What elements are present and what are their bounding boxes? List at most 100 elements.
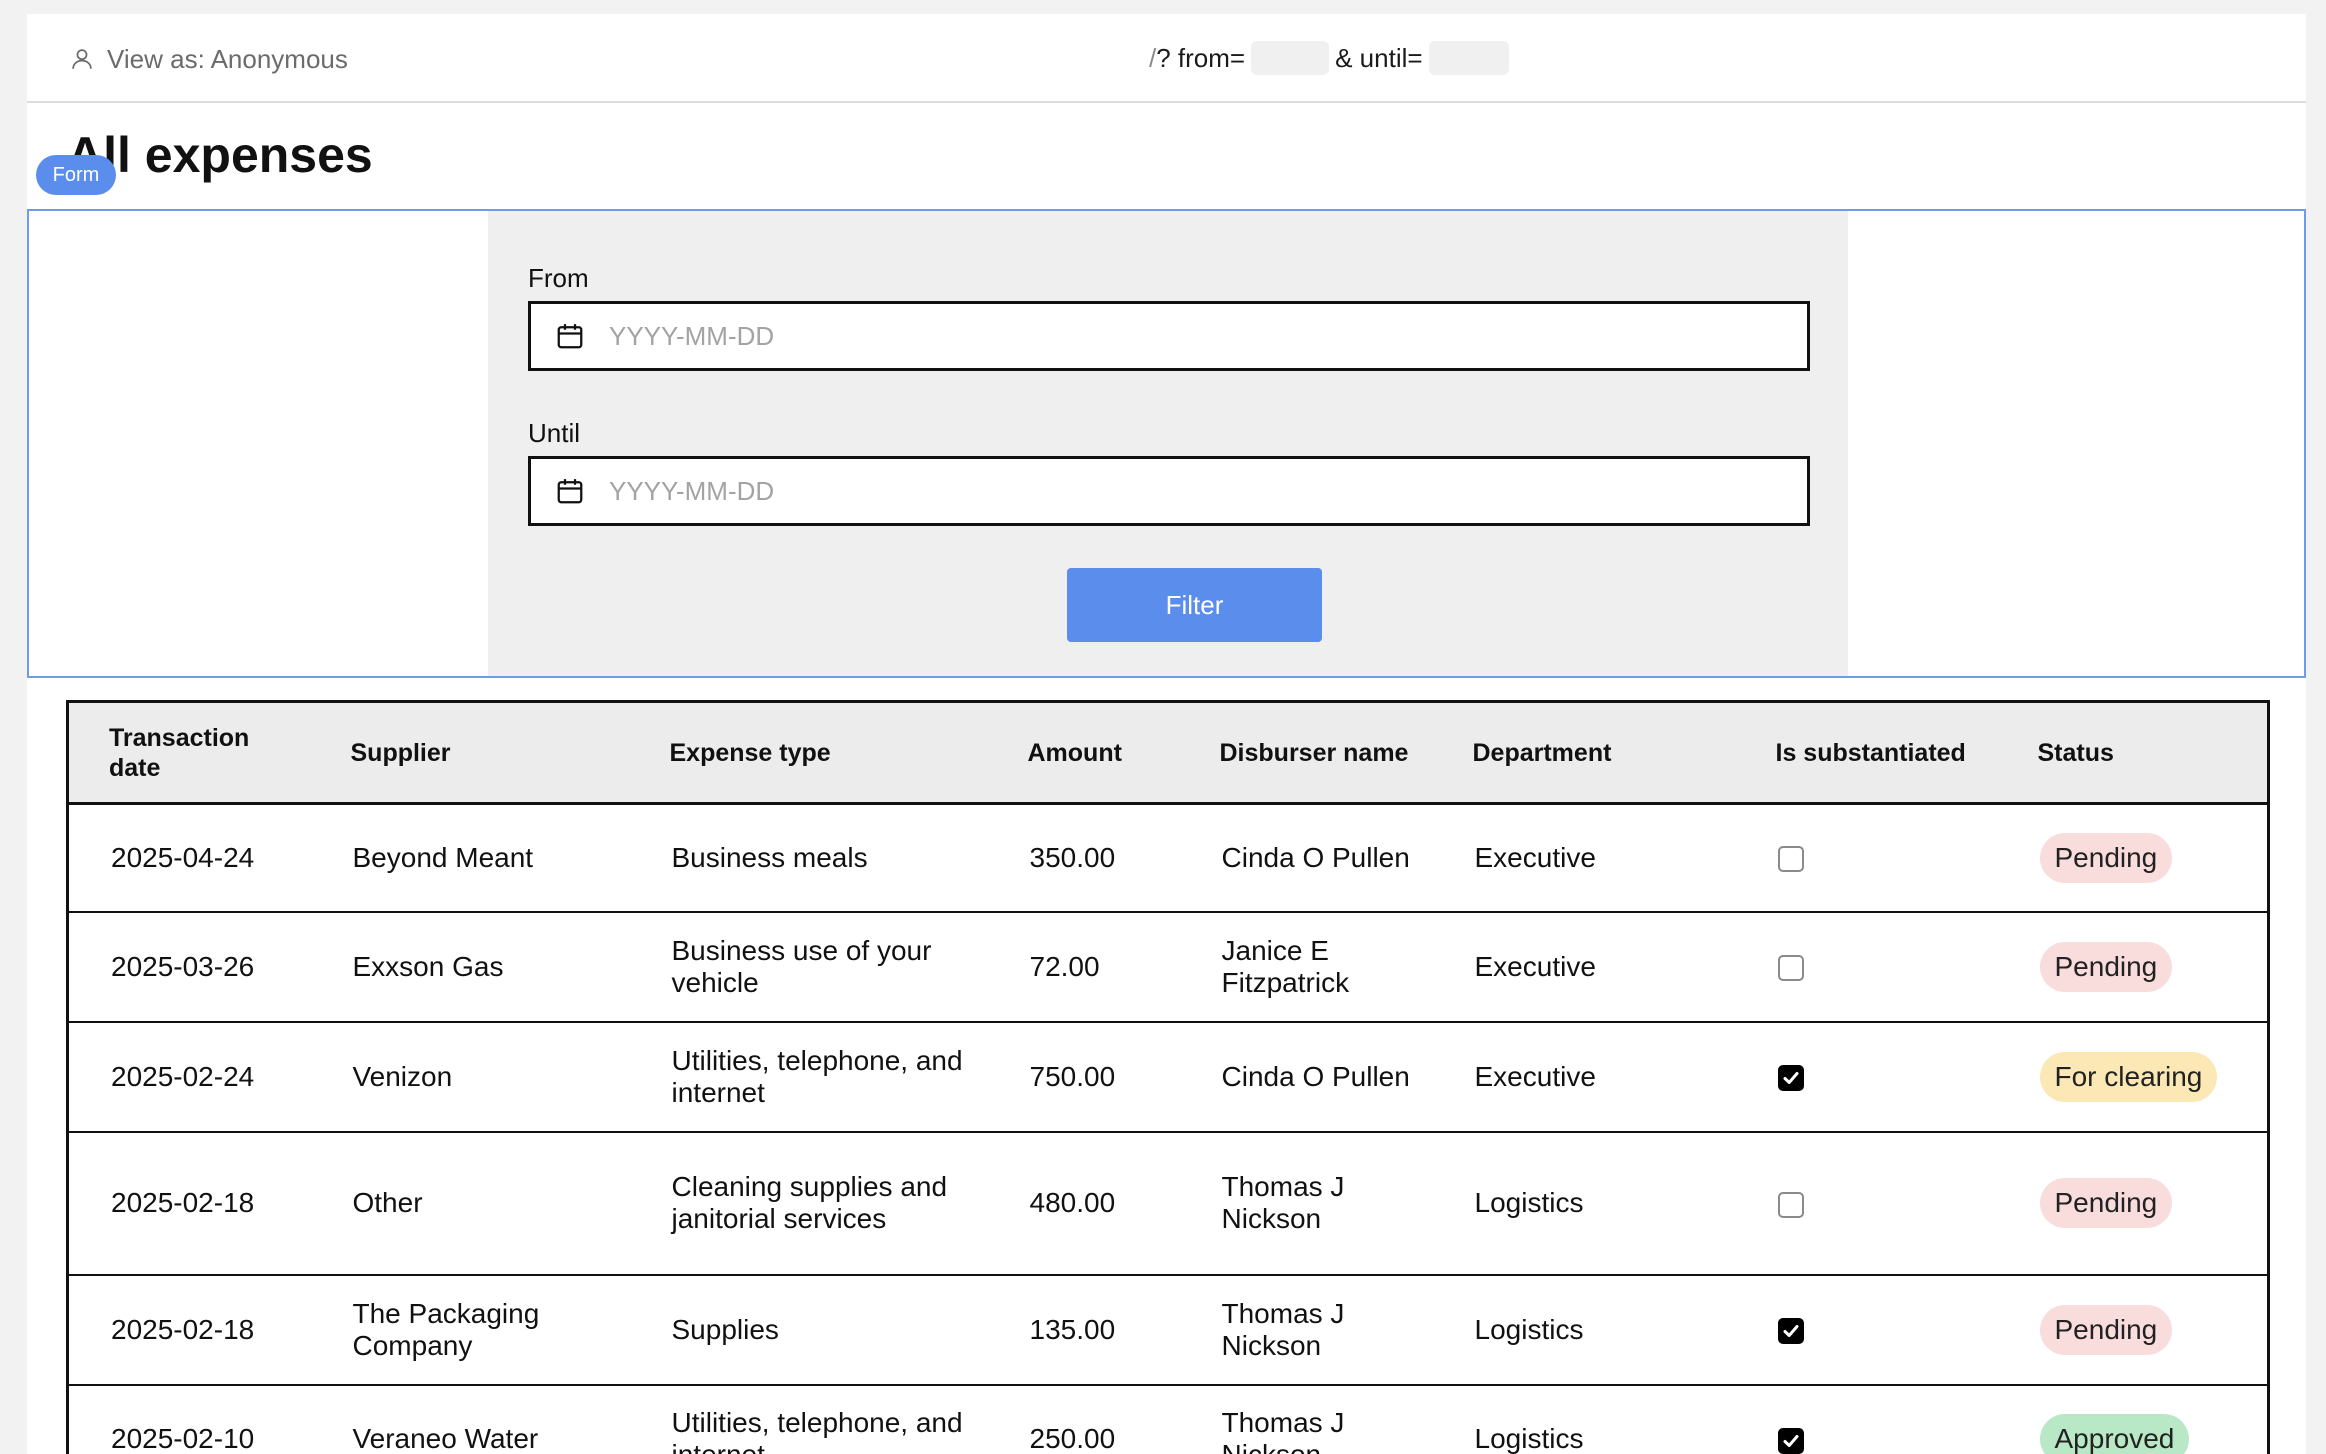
cell-department: Logistics <box>1432 1384 1736 1454</box>
cell-status: Pending <box>1997 911 2269 1023</box>
until-date-field[interactable] <box>528 456 1810 526</box>
cell-supplier: The Packaging Company <box>310 1274 630 1386</box>
col-transaction-date[interactable]: Transaction date <box>67 701 311 805</box>
user-icon <box>72 49 92 69</box>
cell-status: Approved <box>1997 1384 2269 1454</box>
cell-transaction-date: 2025-02-18 <box>67 1131 311 1276</box>
until-label: Until <box>528 418 581 448</box>
url-params: / ? from= & until= <box>1149 40 1515 76</box>
substantiated-checkbox[interactable] <box>1777 1191 1804 1218</box>
col-status[interactable]: Status <box>1997 701 2269 805</box>
status-badge: For clearing <box>2039 1051 2218 1102</box>
cell-status: For clearing <box>1997 1021 2269 1133</box>
table-row[interactable]: 2025-04-24 Beyond Meant Business meals 350.… <box>67 803 2269 913</box>
check-icon <box>1783 1434 1798 1447</box>
cell-amount: 480.00 <box>987 1131 1180 1276</box>
from-date-input[interactable] <box>609 316 1709 356</box>
cell-amount: 250.00 <box>987 1384 1180 1454</box>
table-row[interactable]: 2025-02-24 Venizon Utilities, telephone, a… <box>67 1021 2269 1133</box>
cell-disburser-name: Cinda O Pullen <box>1179 803 1433 913</box>
view-as-label: View as: Anonymous <box>107 43 348 74</box>
substantiated-checkbox[interactable] <box>1777 846 1804 873</box>
cell-transaction-date: 2025-02-24 <box>67 1021 311 1133</box>
cell-supplier: Exxson Gas <box>310 911 630 1023</box>
substantiated-checkbox[interactable] <box>1777 1318 1804 1345</box>
cell-department: Logistics <box>1432 1131 1736 1276</box>
filter-form: From Until Filte <box>27 209 2306 678</box>
col-disburser-name[interactable]: Disburser name <box>1179 701 1433 805</box>
url-from-value <box>1251 41 1330 75</box>
cell-disburser-name: Cinda O Pullen <box>1179 1021 1433 1133</box>
filter-button[interactable]: Filter <box>1067 568 1322 642</box>
from-label: From <box>528 263 589 293</box>
cell-amount: 72.00 <box>987 911 1180 1023</box>
col-expense-type[interactable]: Expense type <box>629 701 988 805</box>
cell-expense-type: Supplies <box>629 1274 988 1386</box>
cell-status: Pending <box>1997 803 2269 913</box>
status-badge: Pending <box>2039 941 2173 992</box>
cell-amount: 135.00 <box>987 1274 1180 1386</box>
table-row[interactable]: 2025-02-18 Other Cleaning supplies and jan… <box>67 1131 2269 1276</box>
status-badge: Pending <box>2039 832 2173 883</box>
cell-disburser-name: Thomas J Nickson <box>1179 1131 1433 1276</box>
cell-transaction-date: 2025-02-10 <box>67 1384 311 1454</box>
substantiated-checkbox[interactable] <box>1777 1065 1804 1092</box>
cell-expense-type: Utilities, telephone, and internet <box>629 1384 988 1454</box>
table-header-row: Transaction date Supplier Expense type A… <box>67 701 2269 805</box>
cell-department: Logistics <box>1432 1274 1736 1386</box>
top-bar: View as: Anonymous / ? from= & until= <box>27 14 2306 103</box>
cell-department: Executive <box>1432 803 1736 913</box>
substantiated-checkbox[interactable] <box>1777 955 1804 982</box>
check-icon <box>1783 1325 1798 1338</box>
from-date-field[interactable] <box>528 301 1810 371</box>
cell-supplier: Other <box>310 1131 630 1276</box>
calendar-icon <box>557 479 583 504</box>
cell-disburser-name: Janice E Fitzpatrick <box>1179 911 1433 1023</box>
table-row[interactable]: 2025-03-26 Exxson Gas Business use of your… <box>67 911 2269 1023</box>
cell-disburser-name: Thomas J Nickson <box>1179 1274 1433 1386</box>
filter-form-panel: From Until Filte <box>488 211 1848 676</box>
status-badge: Approved <box>2039 1414 2190 1454</box>
cell-status: Pending <box>1997 1131 2269 1276</box>
cell-is-substantiated <box>1735 1131 1998 1276</box>
status-badge: Pending <box>2039 1178 2173 1228</box>
expenses-table: Transaction date Supplier Expense type A… <box>66 700 2270 1454</box>
app-window: View as: Anonymous / ? from= & until= Al… <box>27 14 2306 1454</box>
cell-supplier: Venizon <box>310 1021 630 1133</box>
cell-expense-type: Utilities, telephone, and internet <box>629 1021 988 1133</box>
cell-department: Executive <box>1432 911 1736 1023</box>
cell-transaction-date: 2025-03-26 <box>67 911 311 1023</box>
table-row[interactable]: 2025-02-18 The Packaging Company Supplies 1… <box>67 1274 2269 1386</box>
calendar-icon <box>557 324 583 349</box>
cell-is-substantiated <box>1735 1021 1998 1133</box>
url-until-value <box>1428 41 1509 75</box>
cell-transaction-date: 2025-02-18 <box>67 1274 311 1386</box>
url-slash: / <box>1149 42 1157 73</box>
table-row[interactable]: 2025-02-10 Veraneo Water Utilities, teleph… <box>67 1384 2269 1454</box>
cell-status: Pending <box>1997 1274 2269 1386</box>
col-amount[interactable]: Amount <box>987 701 1180 805</box>
cell-transaction-date: 2025-04-24 <box>67 803 311 913</box>
url-from-label: ? from= <box>1156 42 1246 73</box>
col-department[interactable]: Department <box>1432 701 1736 805</box>
until-date-input[interactable] <box>609 471 1709 511</box>
cell-supplier: Veraneo Water <box>310 1384 630 1454</box>
cell-department: Executive <box>1432 1021 1736 1133</box>
cell-is-substantiated <box>1735 1274 1998 1386</box>
view-as[interactable]: View as: Anonymous <box>69 42 348 76</box>
col-supplier[interactable]: Supplier <box>310 701 630 805</box>
check-icon <box>1783 1072 1798 1085</box>
form-badge: Form <box>36 155 116 195</box>
substantiated-checkbox[interactable] <box>1777 1427 1804 1454</box>
cell-is-substantiated <box>1735 1384 1998 1454</box>
cell-is-substantiated <box>1735 803 1998 913</box>
col-is-substantiated[interactable]: Is substantiated <box>1735 701 1998 805</box>
cell-disburser-name: Thomas J Nickson <box>1179 1384 1433 1454</box>
cell-expense-type: Business meals <box>629 803 988 913</box>
status-badge: Pending <box>2039 1304 2173 1355</box>
cell-is-substantiated <box>1735 911 1998 1023</box>
cell-expense-type: Cleaning supplies and janitorial service… <box>629 1131 988 1276</box>
url-until-label: & until= <box>1335 42 1423 73</box>
cell-amount: 350.00 <box>987 803 1180 913</box>
cell-amount: 750.00 <box>987 1021 1180 1133</box>
